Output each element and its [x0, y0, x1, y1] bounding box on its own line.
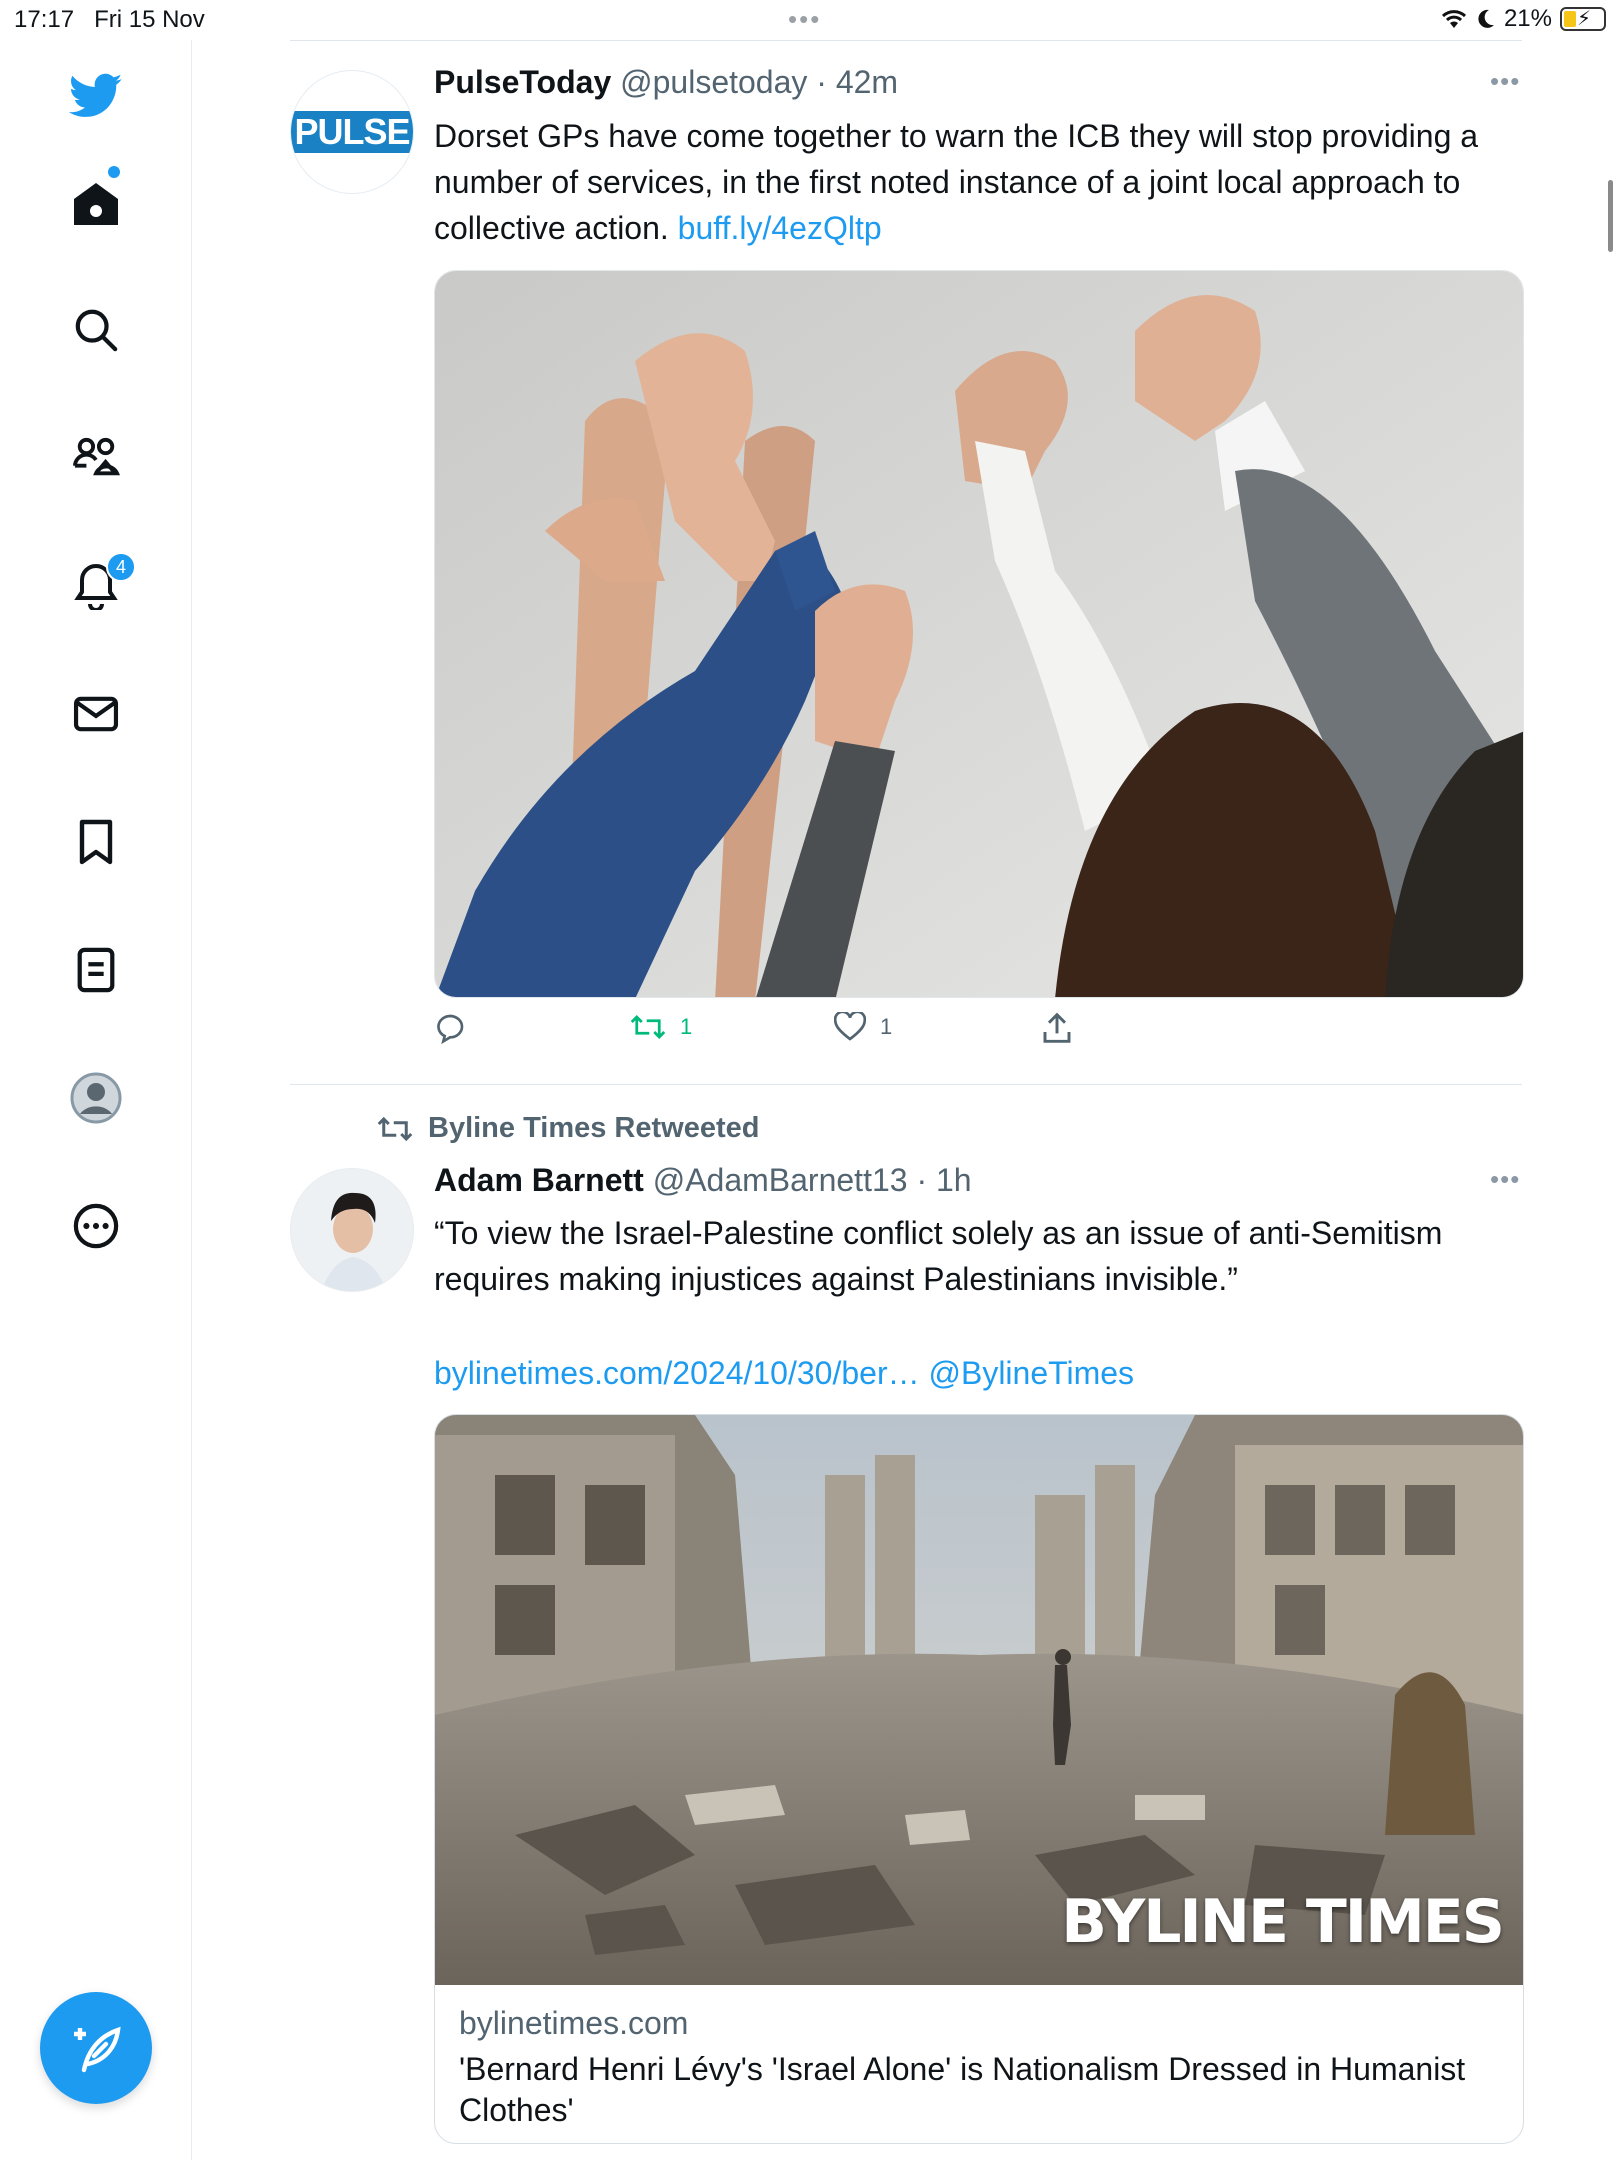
- card-title: 'Bernard Henri Lévy's 'Israel Alone' is …: [459, 2051, 1466, 2128]
- tweet-links: bylinetimes.com/2024/10/30/ber… @BylineT…: [434, 1350, 1524, 1396]
- status-time: 17:17 Fri 15 Nov: [14, 6, 205, 33]
- compose-tweet-button[interactable]: [40, 1992, 152, 2104]
- retweet-icon: [377, 1116, 413, 1141]
- communities-icon[interactable]: [66, 428, 126, 488]
- timestamp[interactable]: 1h: [936, 1162, 972, 1198]
- avatar-photo: [291, 1169, 413, 1291]
- reply-button[interactable]: [434, 1012, 466, 1044]
- reply-icon: [437, 1014, 464, 1044]
- bookmarks-icon[interactable]: [66, 812, 126, 872]
- tweet-divider: [290, 1084, 1522, 1085]
- retweeted-by-label[interactable]: Byline Times Retweeted: [428, 1112, 759, 1145]
- notifications-badge: 4: [106, 552, 136, 582]
- tweet-more-button[interactable]: •••: [1490, 66, 1520, 97]
- retweet-icon: [630, 1015, 666, 1039]
- moon-icon: [1478, 9, 1494, 28]
- tweet-link[interactable]: bylinetimes.com/2024/10/30/ber…: [434, 1355, 920, 1391]
- messages-icon[interactable]: [66, 684, 126, 744]
- display-name[interactable]: PulseToday: [434, 64, 611, 100]
- battery-icon: ⚡: [1560, 7, 1606, 31]
- tweet-text: “To view the Israel-Palestine conflict s…: [434, 1215, 1443, 1297]
- retweet-count: 1: [680, 1014, 693, 1039]
- tweet-link[interactable]: buff.ly/4ezQltp: [678, 210, 882, 246]
- tweet-text: Dorset GPs have come together to warn th…: [434, 118, 1479, 246]
- profile-icon[interactable]: [66, 1068, 126, 1128]
- share-button[interactable]: [1042, 1012, 1072, 1044]
- like-count: 1: [880, 1014, 893, 1039]
- retweeted-by-line: Byline Times Retweeted: [376, 1112, 759, 1145]
- status-bar: 17:17 Fri 15 Nov ••• 21% ⚡: [0, 0, 1620, 40]
- scrollbar[interactable]: [1608, 180, 1613, 252]
- tweet-header: PulseToday @pulsetoday · 42m: [434, 64, 899, 100]
- home-new-dot: [108, 166, 120, 178]
- heart-icon: [834, 1012, 866, 1041]
- multitasking-dots[interactable]: •••: [788, 4, 821, 35]
- timestamp[interactable]: 42m: [836, 64, 898, 100]
- handle[interactable]: @pulsetoday: [620, 64, 807, 100]
- status-indicators: 21% ⚡: [1440, 5, 1606, 33]
- mention-link[interactable]: @BylineTimes: [928, 1355, 1134, 1391]
- lists-icon[interactable]: [66, 940, 126, 1000]
- more-icon[interactable]: [66, 1196, 126, 1256]
- card-domain: bylinetimes.com: [459, 2005, 689, 2041]
- raised-fists-photo: [435, 271, 1523, 997]
- sidebar: 4: [0, 40, 192, 2160]
- twitter-bird-icon[interactable]: [66, 66, 126, 126]
- link-card[interactable]: BYLINE TIMES bylinetimes.com 'Bernard He…: [434, 1414, 1524, 2144]
- avatar[interactable]: [290, 1168, 414, 1292]
- tweet-more-button[interactable]: •••: [1490, 1164, 1520, 1195]
- tweet-header: Adam Barnett @AdamBarnett13 · 1h: [434, 1162, 972, 1198]
- battery-percent: 21%: [1503, 5, 1552, 32]
- byline-times-watermark: BYLINE TIMES: [1061, 1887, 1505, 1957]
- display-name[interactable]: Adam Barnett: [434, 1162, 644, 1198]
- share-icon: [1043, 1012, 1071, 1043]
- home-icon[interactable]: [66, 174, 126, 234]
- avatar[interactable]: PULSE: [290, 70, 414, 194]
- card-image: BYLINE TIMES: [435, 1415, 1523, 1985]
- handle[interactable]: @AdamBarnett13: [653, 1162, 908, 1198]
- compose-feather-icon: [74, 2026, 121, 2073]
- feed-top-divider: [290, 40, 1522, 41]
- pulse-logo: PULSE: [291, 111, 413, 153]
- tweet-image[interactable]: [434, 270, 1524, 998]
- tweet-actions: 1 1: [434, 1012, 1134, 1062]
- like-button[interactable]: 1: [834, 1012, 892, 1042]
- search-icon[interactable]: [66, 300, 126, 360]
- retweet-button[interactable]: 1: [630, 1012, 692, 1042]
- wifi-icon: [1441, 10, 1466, 28]
